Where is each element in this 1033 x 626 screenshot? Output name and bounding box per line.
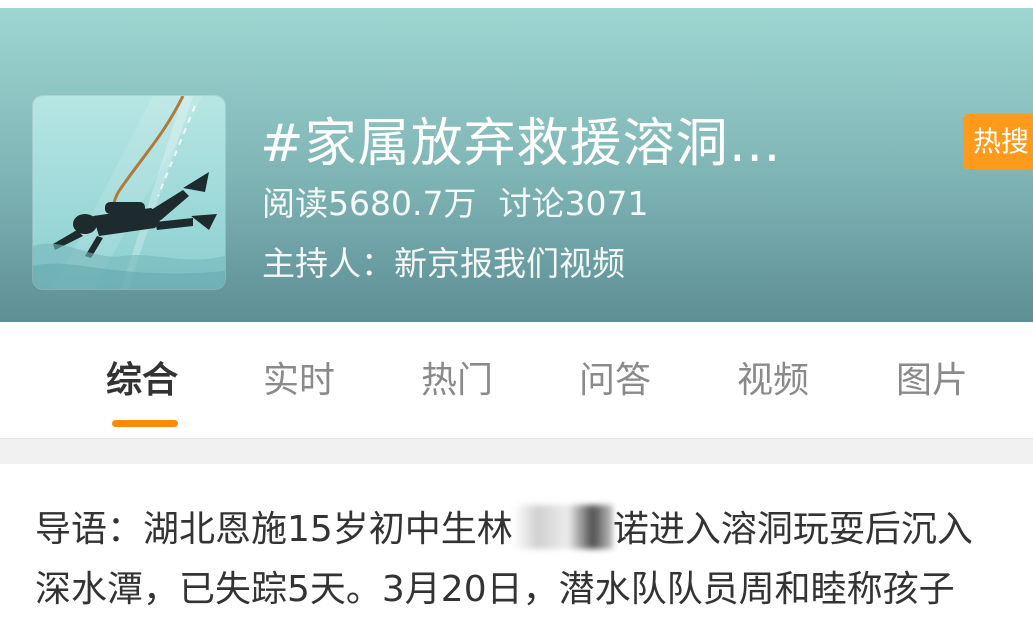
tab-images[interactable]: 图片 — [896, 356, 968, 406]
hot-search-badge: 热搜 — [963, 114, 1033, 170]
section-divider — [0, 438, 1033, 464]
topic-lead[interactable]: 导语：湖北恩施15岁初中生林 诺进入溶洞玩耍后沉入 深水潭，已失踪5天。3月20日… — [35, 500, 1033, 620]
tab-realtime[interactable]: 实时 — [263, 356, 335, 406]
read-count: 阅读5680.7万 — [262, 184, 477, 223]
active-tab-indicator — [112, 420, 178, 427]
diver-illustration — [33, 96, 225, 289]
topic-thumbnail[interactable] — [33, 96, 225, 289]
lead-text-start: 导语：湖北恩施15岁初中生林 — [35, 509, 513, 550]
tab-qa[interactable]: 问答 — [579, 356, 651, 406]
tab-hot[interactable]: 热门 — [421, 356, 493, 406]
topic-title: #家属放弃救援溶洞… — [260, 114, 782, 174]
topic-host[interactable]: 主持人：新京报我们视频 — [262, 240, 625, 288]
lead-line-1: 导语：湖北恩施15岁初中生林 诺进入溶洞玩耍后沉入 — [35, 500, 1033, 560]
lead-text-end: 诺进入溶洞玩耍后沉入 — [612, 509, 973, 550]
tab-comprehensive[interactable]: 综合 — [106, 356, 178, 406]
lead-line-2: 深水潭，已失踪5天。3月20日，潜水队队员周和睦称孩子 — [35, 569, 955, 610]
topic-header: #家属放弃救援溶洞… 热搜 阅读5680.7万 讨论3071 主持人：新京报我们视… — [0, 0, 1033, 322]
blurred-name — [512, 505, 613, 549]
tab-video[interactable]: 视频 — [737, 356, 809, 406]
topic-stats: 阅读5680.7万 讨论3071 — [262, 180, 648, 228]
discussion-count: 讨论3071 — [498, 184, 649, 223]
